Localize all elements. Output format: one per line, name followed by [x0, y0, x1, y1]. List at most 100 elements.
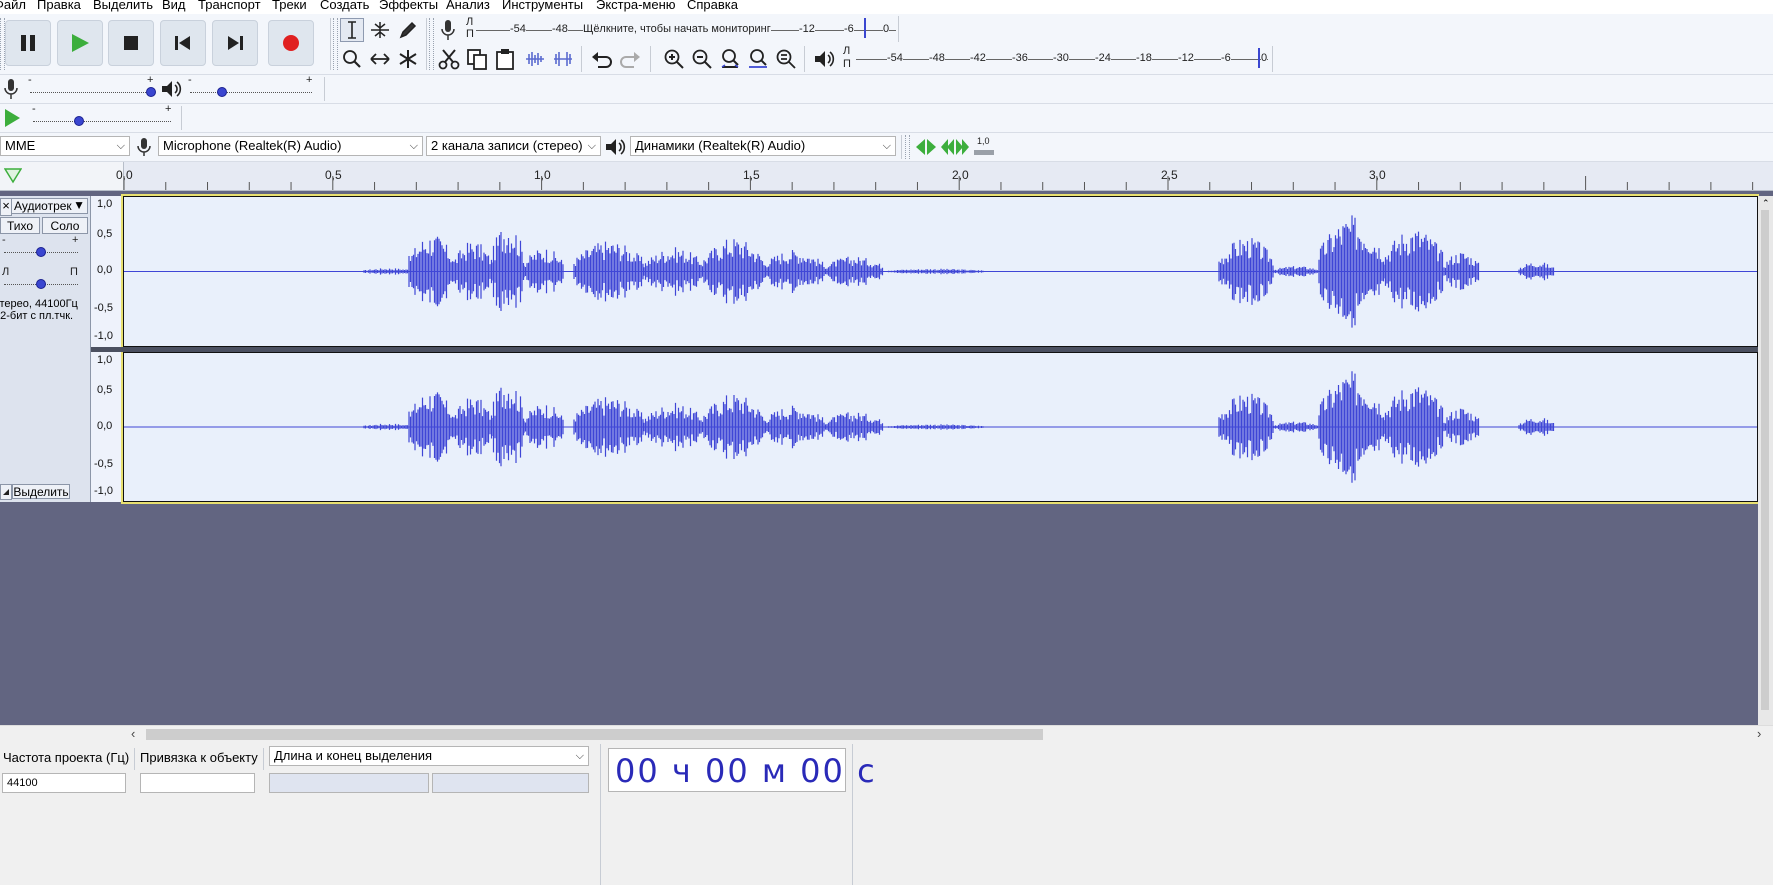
- record-button[interactable]: [268, 20, 314, 66]
- recording-channels-value: 2 канала записи (стерео): [431, 138, 583, 153]
- selection-tool[interactable]: [340, 18, 364, 42]
- horizontal-scrollbar[interactable]: ‹ ›: [0, 725, 1773, 744]
- mute-button[interactable]: Тихо: [0, 217, 40, 234]
- snap-to-select[interactable]: [140, 773, 255, 793]
- microphone-icon: [4, 78, 18, 103]
- solo-button[interactable]: Соло: [42, 217, 88, 234]
- audio-position-display[interactable]: 00 ч 00 м 00 с: [608, 748, 875, 792]
- menu-effects[interactable]: Эффекты: [379, 0, 438, 12]
- speed-indicator[interactable]: 1,0: [972, 136, 996, 158]
- skip-end-button[interactable]: [212, 20, 258, 66]
- speed-thumb[interactable]: [74, 116, 84, 126]
- ruler-scale[interactable]: 0,0 0,5 1,0 1,5 2,0 2,5 3,0: [116, 162, 1773, 190]
- selection-start-time[interactable]: [269, 773, 429, 793]
- speed-max: +: [165, 103, 172, 115]
- play-volume-slider[interactable]: [190, 91, 312, 93]
- record-meter-tick: -48: [552, 23, 568, 35]
- record-meter-tick: -12: [799, 23, 815, 35]
- menu-extra[interactable]: Экстра-меню: [596, 0, 676, 12]
- fit-project-button[interactable]: [746, 47, 770, 71]
- menu-tools[interactable]: Инструменты: [502, 0, 583, 12]
- record-meter-hint[interactable]: Щёлкните, чтобы начать мониторинг: [583, 23, 771, 35]
- menu-edit[interactable]: Правка: [37, 0, 81, 12]
- project-rate-input[interactable]: 44100: [2, 773, 126, 793]
- select-track-button[interactable]: Выделить: [12, 484, 70, 499]
- silence-button[interactable]: [551, 47, 575, 71]
- multi-tool[interactable]: [396, 47, 420, 71]
- speed-min: -: [32, 103, 36, 115]
- track-menu-button[interactable]: Аудиотрек ▼: [11, 198, 88, 214]
- edit-grip[interactable]: [429, 18, 434, 70]
- stop-icon: [124, 36, 138, 50]
- play-button[interactable]: [57, 20, 103, 66]
- vertical-scroll-thumb[interactable]: [1761, 210, 1769, 710]
- tools-grip[interactable]: [333, 18, 338, 70]
- speed-slider[interactable]: [33, 120, 171, 122]
- horizontal-scroll-thumb[interactable]: [146, 729, 1043, 740]
- scroll-left-icon[interactable]: ‹: [131, 726, 135, 741]
- skip-start-button[interactable]: [160, 20, 206, 66]
- selection-end-time[interactable]: [432, 773, 589, 793]
- audio-host-select[interactable]: MME ⌵: [0, 136, 130, 156]
- scale-label: -1,0: [94, 330, 113, 342]
- draw-tool[interactable]: [396, 18, 420, 42]
- play-head-triangle-icon[interactable]: [4, 168, 22, 184]
- left-channel-waveform[interactable]: [123, 196, 1758, 347]
- pan-right-label: П: [70, 266, 78, 278]
- stop-button[interactable]: [108, 20, 154, 66]
- menu-file[interactable]: Файл: [0, 0, 26, 12]
- play-meter-tick: -42: [970, 52, 986, 64]
- record-volume-slider[interactable]: [30, 91, 152, 93]
- play-icon: [72, 34, 89, 52]
- skip-start-icon: [175, 36, 190, 50]
- play-at-speed-button[interactable]: [3, 108, 21, 131]
- cut-button[interactable]: [437, 47, 461, 71]
- scroll-right-icon[interactable]: ›: [1757, 726, 1761, 741]
- audio-host-value: MME: [5, 138, 36, 153]
- play-volume-min: -: [188, 74, 192, 86]
- menu-view[interactable]: Вид: [162, 0, 186, 12]
- record-meter-button[interactable]: [436, 18, 460, 42]
- trim-button[interactable]: [523, 47, 547, 71]
- playback-device-select[interactable]: Динамики (Realtek(R) Audio) ⌵: [630, 136, 896, 156]
- timeshift-tool[interactable]: [368, 47, 392, 71]
- cut-preview-button[interactable]: [914, 138, 938, 159]
- cut-preview-grip[interactable]: [905, 135, 910, 159]
- gain-thumb[interactable]: [36, 247, 46, 257]
- record-volume-max: +: [147, 74, 154, 86]
- menu-generate[interactable]: Создать: [320, 0, 369, 12]
- track-control-panel[interactable]: × Аудиотрек ▼ Тихо Соло - + Л П стерео, …: [0, 196, 91, 502]
- collapse-track-button[interactable]: [0, 484, 12, 500]
- play-meter-button[interactable]: [812, 47, 836, 71]
- menu-analyze[interactable]: Анализ: [446, 0, 490, 12]
- pan-thumb[interactable]: [36, 279, 46, 289]
- scale-label: 1,0: [97, 354, 113, 366]
- waveform-samples: [363, 371, 1555, 483]
- timeline-ruler[interactable]: 0,0 0,5 1,0 1,5 2,0 2,5 3,0: [0, 162, 1773, 191]
- record-volume-thumb[interactable]: [146, 87, 156, 97]
- paste-button[interactable]: [493, 47, 517, 71]
- fit-selection-button[interactable]: [718, 47, 742, 71]
- envelope-tool[interactable]: [368, 18, 392, 42]
- recording-channels-select[interactable]: 2 канала записи (стерео) ⌵: [426, 136, 601, 156]
- copy-button[interactable]: [465, 47, 489, 71]
- zoom-toggle-button[interactable]: [774, 47, 798, 71]
- zoom-out-button[interactable]: [690, 47, 714, 71]
- pause-button[interactable]: [5, 20, 51, 66]
- selection-mode-select[interactable]: Длина и конец выделения ⌵: [269, 746, 589, 766]
- redo-button[interactable]: [618, 47, 642, 71]
- menu-tracks[interactable]: Треки: [272, 0, 307, 12]
- scroll-up-icon[interactable]: ⌃: [1762, 198, 1770, 209]
- menu-select[interactable]: Выделить: [93, 0, 153, 12]
- undo-button[interactable]: [590, 47, 614, 71]
- vertical-scrollbar[interactable]: ⌃: [1758, 196, 1773, 726]
- play-around-button[interactable]: [940, 138, 970, 159]
- menu-help[interactable]: Справка: [687, 0, 738, 12]
- zoom-in-button[interactable]: [662, 47, 686, 71]
- recording-device-select[interactable]: Microphone (Realtek(R) Audio) ⌵: [158, 136, 423, 156]
- record-meter-tick: -6: [844, 23, 854, 35]
- zoom-tool[interactable]: [340, 47, 364, 71]
- menu-transport[interactable]: Транспорт: [198, 0, 261, 12]
- play-volume-thumb[interactable]: [217, 87, 227, 97]
- right-channel-waveform[interactable]: [123, 352, 1758, 502]
